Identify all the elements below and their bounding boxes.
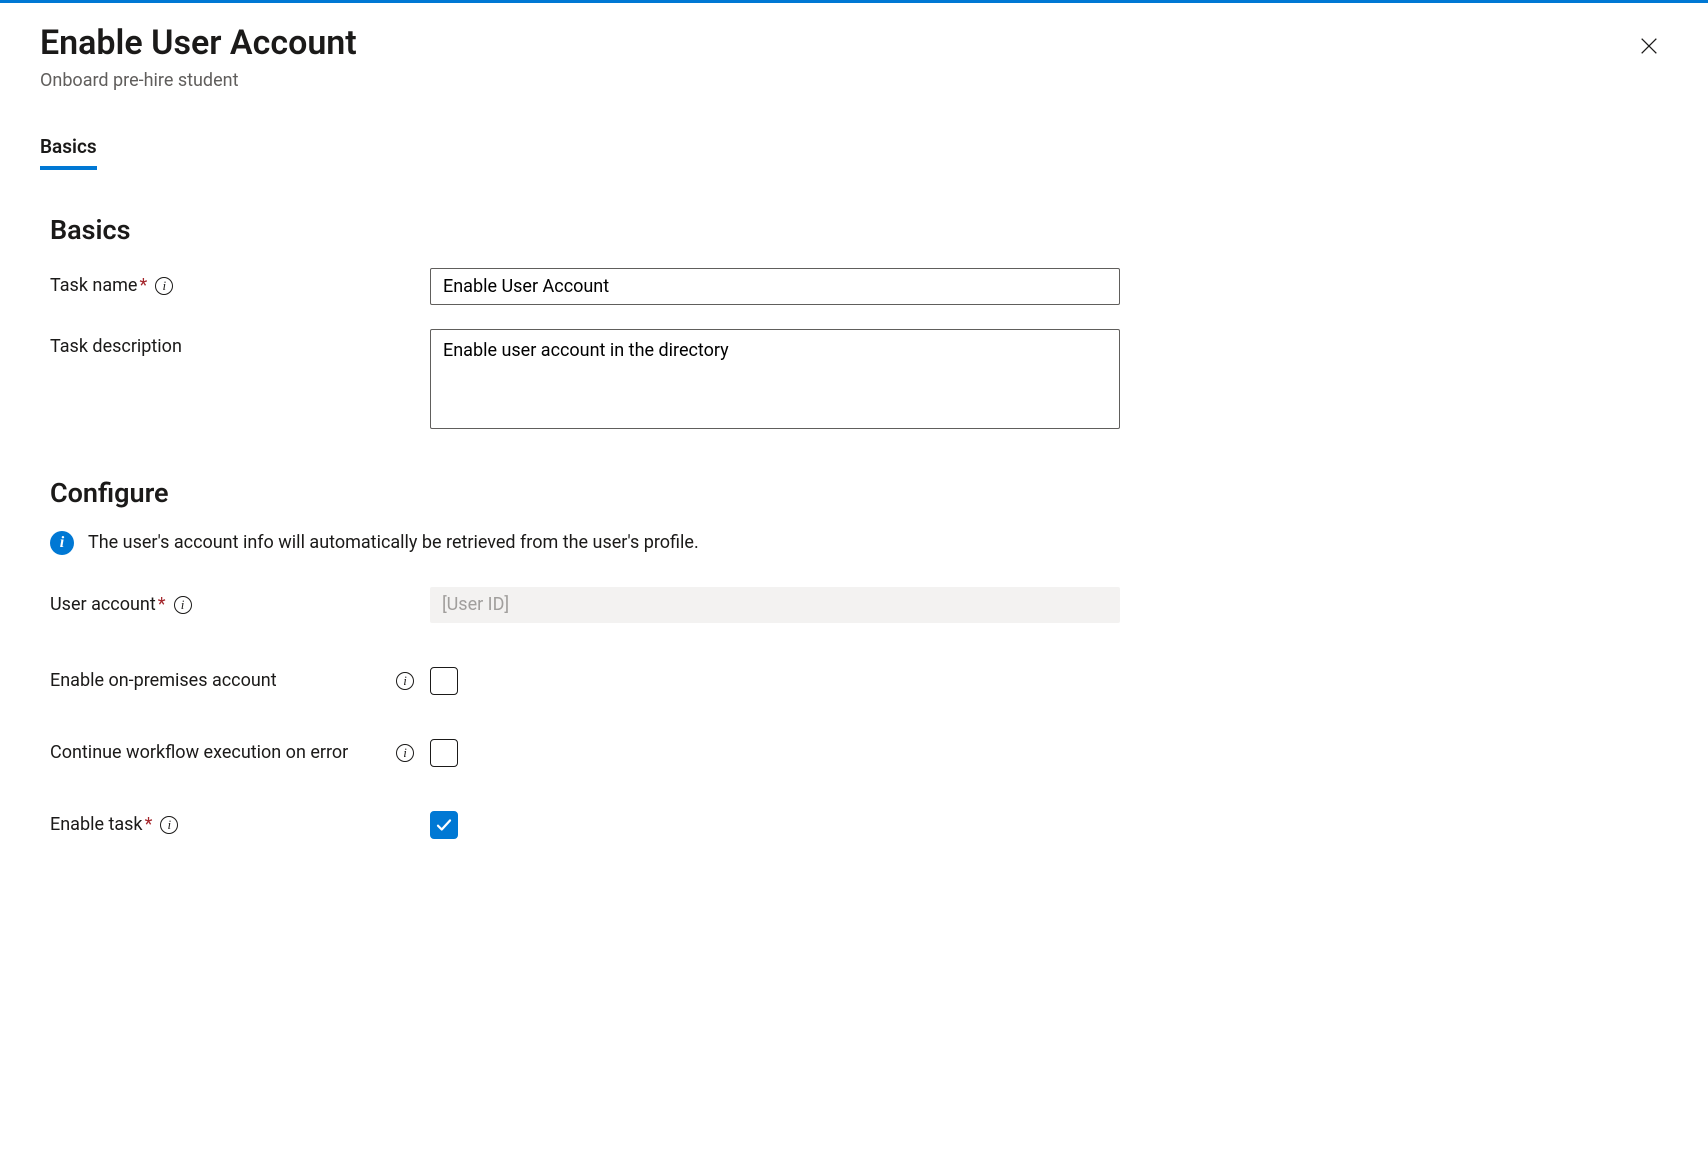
- enable-task-label: Enable task: [50, 814, 143, 835]
- info-icon[interactable]: i: [160, 816, 178, 834]
- enable-task-checkbox[interactable]: [430, 811, 458, 839]
- continue-on-error-checkbox[interactable]: [430, 739, 458, 767]
- task-name-label: Task name: [50, 275, 137, 296]
- section-heading-configure: Configure: [40, 477, 1668, 509]
- close-icon: [1638, 35, 1660, 57]
- info-badge-icon: i: [50, 531, 74, 555]
- required-marker: *: [158, 594, 166, 615]
- task-description-input[interactable]: [430, 329, 1120, 429]
- enable-onprem-label: Enable on-premises account: [50, 670, 277, 691]
- enable-onprem-checkbox[interactable]: [430, 667, 458, 695]
- user-account-label: User account: [50, 594, 156, 615]
- user-account-placeholder: [User ID]: [442, 594, 509, 615]
- tab-basics[interactable]: Basics: [40, 135, 97, 170]
- task-name-input[interactable]: [430, 268, 1120, 305]
- user-account-field: [User ID]: [430, 587, 1120, 623]
- info-icon[interactable]: i: [396, 744, 414, 762]
- required-marker: *: [145, 814, 153, 835]
- page-subtitle: Onboard pre-hire student: [40, 70, 357, 91]
- task-description-label: Task description: [50, 336, 182, 357]
- info-banner-text: The user's account info will automatical…: [88, 532, 699, 553]
- page-title: Enable User Account: [40, 23, 357, 64]
- section-heading-basics: Basics: [40, 214, 1668, 246]
- info-icon[interactable]: i: [155, 277, 173, 295]
- required-marker: *: [139, 275, 147, 296]
- close-button[interactable]: [1630, 27, 1668, 68]
- info-icon[interactable]: i: [396, 672, 414, 690]
- continue-on-error-label: Continue workflow execution on error: [50, 742, 348, 763]
- info-icon[interactable]: i: [174, 596, 192, 614]
- checkmark-icon: [435, 816, 453, 834]
